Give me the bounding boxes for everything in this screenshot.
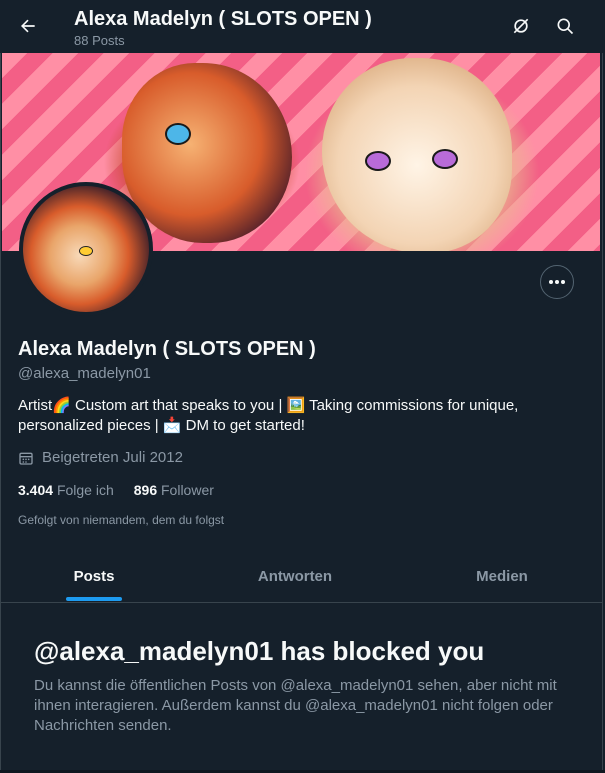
follow-stats: 3.404 Folge ich 896 Follower [18,482,214,498]
active-tab-indicator [66,597,122,601]
arrow-left-icon [21,19,35,33]
more-options-button[interactable] [540,265,574,299]
more-dots-icon [549,280,565,284]
avatar-eye [79,246,93,256]
joined-label: Beigetreten Juli 2012 [42,449,183,466]
back-button[interactable] [12,10,44,42]
followers-link[interactable]: 896 Follower [134,482,214,498]
blocked-description: Du kannst die öffentlichen Posts von @al… [34,677,557,734]
tab-media[interactable]: Medien [402,550,602,602]
followers-label: Follower [161,482,214,498]
banner-art-left [122,63,292,243]
profile-bio: Artist🌈 Custom art that speaks to you | … [18,397,519,434]
slashed-circle-icon [513,18,529,34]
following-link[interactable]: 3.404 Folge ich [18,482,114,498]
joined-date: Beigetreten Juli 2012 [18,449,183,466]
following-count: 3.404 [18,482,54,498]
following-label: Folge ich [56,482,114,498]
header-title: Alexa Madelyn ( SLOTS OPEN ) [74,8,372,30]
followed-by-text: Gefolgt von niemandem, dem du folgst [18,513,225,527]
banner-eye [165,123,191,145]
profile-avatar[interactable] [19,182,153,316]
profile-name: Alexa Madelyn ( SLOTS OPEN ) [18,338,316,360]
search-button[interactable] [551,12,579,40]
profile-handle: @alexa_madelyn01 [18,365,151,382]
followers-count: 896 [133,482,158,498]
banner-eye [432,149,458,169]
tab-replies[interactable]: Antworten [188,550,402,602]
grok-button[interactable] [507,12,535,40]
posts-count: 88 Posts [74,33,125,48]
banner-art-right [322,58,512,251]
blocked-title: @alexa_madelyn01 has blocked you [34,636,485,666]
calendar-icon [19,452,33,465]
tab-posts[interactable]: Posts [0,550,188,602]
profile-tabs: Posts Antworten Medien [0,550,603,603]
top-bar: Alexa Madelyn ( SLOTS OPEN ) 88 Posts [0,0,605,53]
banner-eye [365,151,391,171]
search-icon [557,18,574,35]
